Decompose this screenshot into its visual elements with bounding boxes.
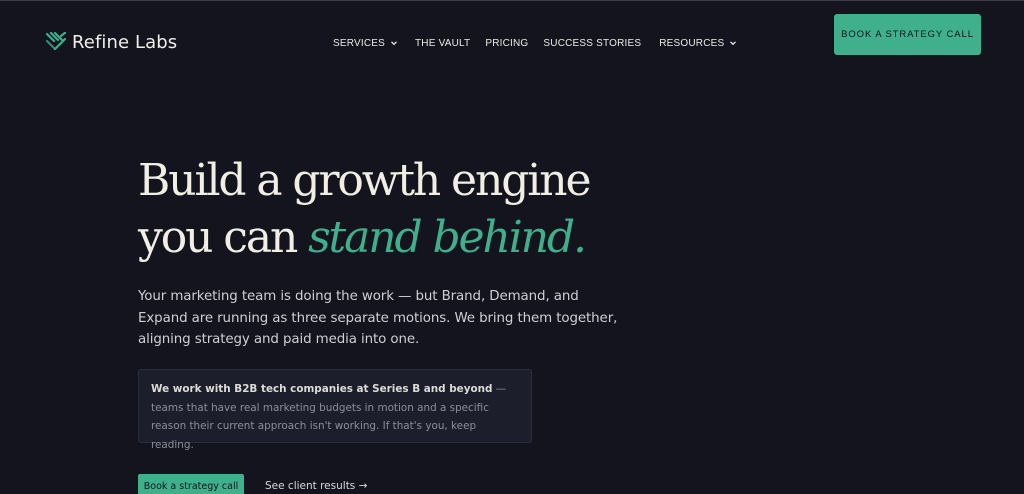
nav-item-pricing[interactable]: PRICING xyxy=(485,38,528,49)
callout-strong: We work with B2B tech companies at Serie… xyxy=(151,383,493,395)
hero-headline: Build a growth engine you can stand behi… xyxy=(138,152,658,266)
book-strategy-call-button[interactable]: BOOK A STRATEGY CALL xyxy=(834,14,981,55)
hero-subtext: Your marketing team is doing the work — … xyxy=(138,289,618,347)
chevron-down-icon xyxy=(391,41,397,46)
nav-item-services[interactable]: SERVICES xyxy=(333,38,398,49)
nav-item-label: SUCCESS STORIES xyxy=(543,37,642,49)
brand-logo[interactable]: Refine Labs xyxy=(45,29,177,55)
headline-line-1: Build a growth engine xyxy=(138,155,592,206)
nav-item-resources[interactable]: RESOURCES xyxy=(659,38,737,49)
callout-text: We work with B2B tech companies at Serie… xyxy=(151,380,519,454)
book-strategy-call-primary-button[interactable]: Book a strategy call xyxy=(138,474,244,494)
striped-chevron-icon xyxy=(45,32,67,51)
chevron-down-icon xyxy=(730,41,737,46)
nav-item-label: THE VAULT xyxy=(415,37,471,49)
headline-accent: stand behind. xyxy=(308,212,587,263)
nav-item-label: PRICING xyxy=(485,37,529,49)
nav-item-success-stories[interactable]: SUCCESS STORIES xyxy=(543,38,641,49)
top-border xyxy=(0,0,1024,1)
brand-name: Refine Labs xyxy=(72,31,178,53)
nav-item-the-vault[interactable]: THE VAULT xyxy=(415,38,470,49)
audience-callout: We work with B2B tech companies at Serie… xyxy=(138,369,532,451)
headline-line-2: you can xyxy=(138,212,309,263)
see-client-results-link[interactable]: See client results → xyxy=(265,480,367,492)
nav-item-label: RESOURCES xyxy=(659,37,725,49)
main-nav: SERVICES THE VAULT PRICING SUCCESS STORI… xyxy=(333,36,737,50)
nav-item-label: SERVICES xyxy=(333,37,385,49)
